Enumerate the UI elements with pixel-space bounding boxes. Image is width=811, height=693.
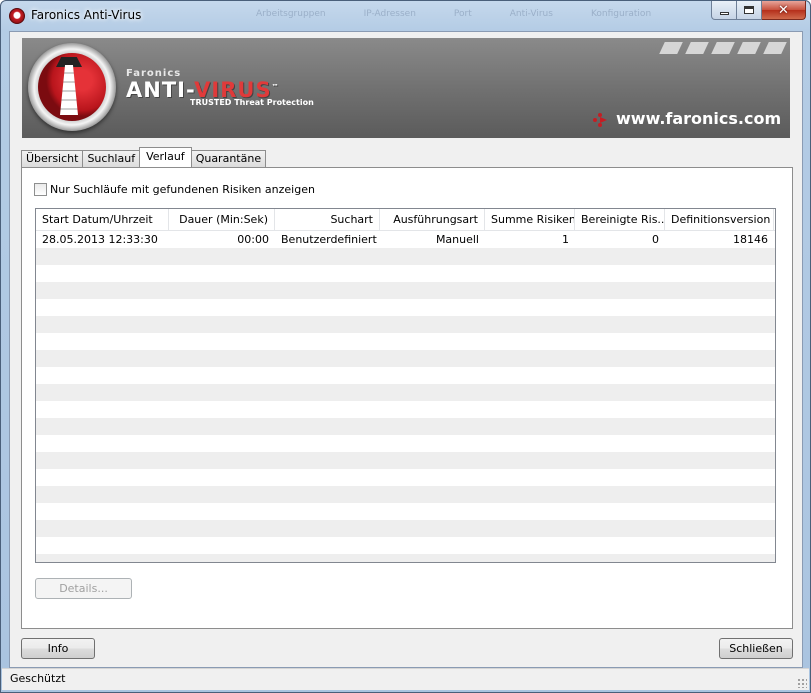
maximize-button[interactable] [737, 1, 762, 20]
scan-history-table[interactable]: Start Datum/Uhrzeit Dauer (Min:Sek) Such… [35, 208, 776, 563]
empty-row [36, 333, 775, 350]
ghost-menu-item: Arbeitsgruppen [256, 9, 326, 19]
lighthouse-logo [28, 43, 116, 131]
cell-definitionsversion: 18146 [733, 233, 768, 246]
tab-uebersicht[interactable]: Übersicht [21, 150, 84, 167]
tab-bar: Übersicht Suchlauf Verlauf Quarantäne [21, 147, 267, 167]
empty-row [36, 384, 775, 401]
lighthouse-icon [38, 53, 106, 121]
website-link[interactable]: www.faronics.com [616, 109, 781, 128]
ghost-menu-item: Port [453, 9, 472, 19]
protection-status: Geschützt [10, 672, 66, 685]
close-window-button[interactable]: ✕ [762, 1, 806, 20]
minimize-button[interactable] [711, 1, 737, 20]
empty-row [36, 282, 775, 299]
product-name-anti: ANTI- [126, 78, 195, 102]
empty-row [36, 452, 775, 469]
background-menu: Arbeitsgruppen IP-Adressen Port Anti-Vir… [256, 9, 689, 19]
window-title: Faronics Anti-Virus [31, 8, 142, 22]
empty-row [36, 299, 775, 316]
maximize-icon [744, 6, 754, 14]
window-controls: ✕ [711, 1, 806, 20]
cell-suchart: Benutzerdefiniert [281, 233, 377, 246]
empty-row [36, 418, 775, 435]
product-banner: Faronics ANTI-VIRUS™ TRUSTED Threat Prot… [22, 38, 790, 138]
ghost-menu-item: Konfiguration [590, 9, 652, 19]
empty-row [36, 401, 775, 418]
risk-filter-checkbox[interactable] [34, 183, 47, 196]
close-icon: ✕ [778, 2, 789, 18]
cell-dauer: 00:00 [237, 233, 269, 246]
app-logo-icon[interactable] [9, 8, 25, 24]
tab-suchlauf[interactable]: Suchlauf [82, 150, 141, 167]
column-header-bereinigte-risiken[interactable]: Bereinigte Ris... [575, 209, 665, 230]
minimize-icon [719, 11, 729, 15]
tab-verlauf[interactable]: Verlauf [139, 147, 192, 167]
empty-row [36, 367, 775, 384]
client-area: Faronics ANTI-VIRUS™ TRUSTED Threat Prot… [9, 31, 803, 668]
column-header-suchart[interactable]: Suchart [275, 209, 380, 230]
empty-row [36, 265, 775, 282]
decorative-stripes [659, 42, 787, 54]
stripe [763, 42, 787, 54]
table-row[interactable]: 28.05.2013 12:33:30 00:00 Benutzerdefini… [36, 231, 775, 248]
column-header-start[interactable]: Start Datum/Uhrzeit [36, 209, 169, 230]
close-button[interactable]: Schließen [719, 638, 793, 659]
cell-bereinigte-risiken: 0 [652, 233, 659, 246]
empty-row [36, 537, 775, 554]
empty-row [36, 248, 775, 265]
table-header: Start Datum/Uhrzeit Dauer (Min:Sek) Such… [36, 209, 775, 231]
stripe [711, 42, 735, 54]
empty-row [36, 316, 775, 333]
empty-row [36, 520, 775, 537]
history-panel: Nur Suchläufe mit gefundenen Risiken anz… [21, 167, 793, 629]
empty-row [36, 350, 775, 367]
faronics-arrow-icon [593, 113, 607, 127]
app-window: Faronics Anti-Virus Arbeitsgruppen IP-Ad… [0, 0, 811, 693]
column-header-ausfuehrungsart[interactable]: Ausführungsart [380, 209, 485, 230]
empty-row [36, 486, 775, 503]
empty-row [36, 469, 775, 486]
cell-start: 28.05.2013 12:33:30 [42, 233, 158, 246]
column-header-dauer[interactable]: Dauer (Min:Sek) [169, 209, 275, 230]
empty-row [36, 503, 775, 520]
column-header-summe-risiken[interactable]: Summe Risiken [485, 209, 575, 230]
ghost-menu-item: IP-Adressen [363, 9, 416, 19]
resize-grip-icon[interactable] [797, 678, 807, 688]
risk-filter[interactable]: Nur Suchläufe mit gefundenen Risiken anz… [34, 183, 315, 196]
lighthouse-tower [60, 65, 78, 115]
stripe [685, 42, 709, 54]
title-bar[interactable]: Faronics Anti-Virus Arbeitsgruppen IP-Ad… [1, 1, 810, 31]
risk-filter-label[interactable]: Nur Suchläufe mit gefundenen Risiken anz… [50, 183, 315, 196]
tab-quarantaene[interactable]: Quarantäne [190, 150, 267, 167]
trademark: ™ [271, 83, 280, 91]
cell-ausfuehrungsart: Manuell [435, 233, 479, 246]
details-button[interactable]: Details... [35, 578, 132, 599]
status-bar: Geschützt [2, 668, 809, 690]
column-header-definitionsversion[interactable]: Definitionsversion [665, 209, 774, 230]
tagline: TRUSTED Threat Protection [190, 98, 314, 107]
table-body: 28.05.2013 12:33:30 00:00 Benutzerdefini… [36, 231, 775, 562]
empty-row [36, 435, 775, 452]
ghost-menu-item: Anti-Virus [509, 9, 553, 19]
cell-summe-risiken: 1 [562, 233, 569, 246]
stripe [659, 42, 683, 54]
stripe [737, 42, 761, 54]
info-button[interactable]: Info [21, 638, 95, 659]
empty-row [36, 554, 775, 562]
